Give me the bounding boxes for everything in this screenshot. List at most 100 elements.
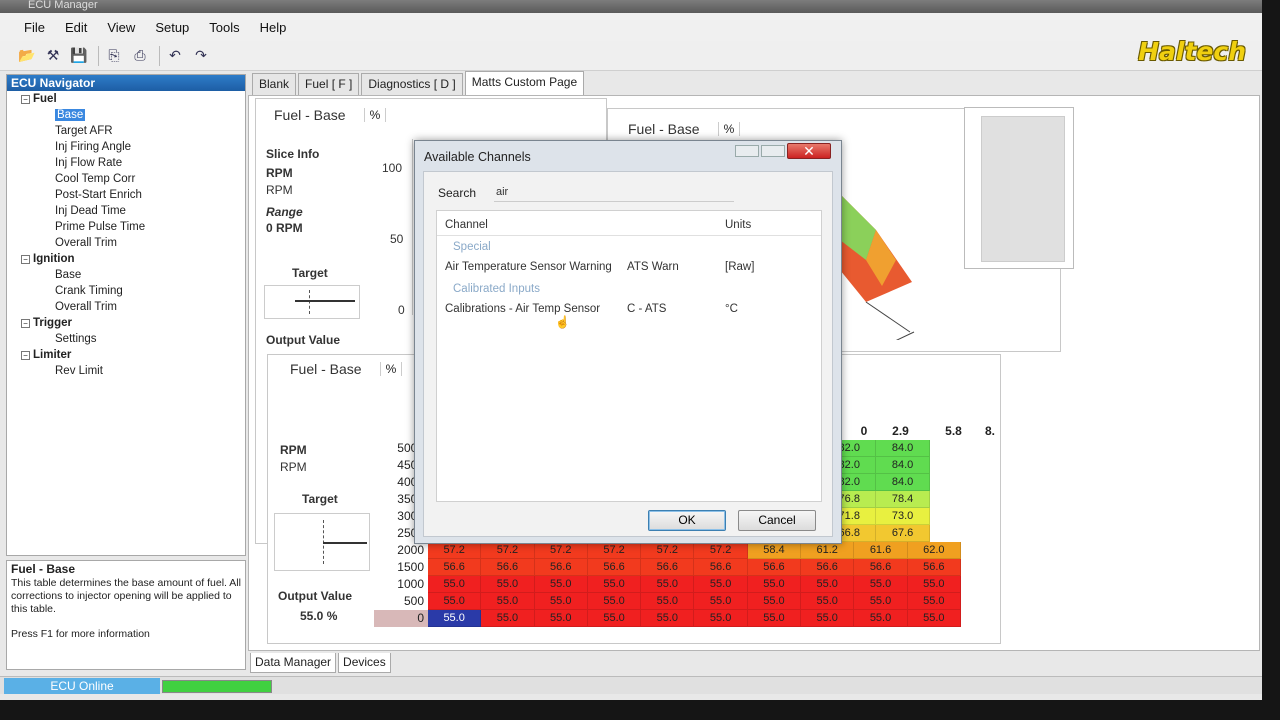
tree-item-crank-timing[interactable]: Crank Timing (7, 283, 245, 299)
menu-tools[interactable]: Tools (209, 20, 239, 35)
menu-edit[interactable]: Edit (65, 20, 87, 35)
table-cell[interactable]: 55.0 (534, 576, 588, 593)
close-button[interactable]: ✕ (787, 143, 831, 159)
table-cell[interactable]: 55.0 (801, 593, 855, 610)
channel-row-units[interactable]: [Raw] (725, 261, 754, 273)
tab-data-manager[interactable]: Data Manager (250, 653, 337, 673)
menu-setup[interactable]: Setup (155, 20, 189, 35)
channel-row-short[interactable]: ATS Warn (627, 261, 679, 273)
table-cell[interactable]: 56.6 (747, 559, 802, 576)
tree-item-ignition-base[interactable]: Base (7, 267, 245, 283)
table-cell[interactable]: 55.0 (801, 576, 855, 593)
tree-group-ignition[interactable]: − Ignition (7, 251, 245, 267)
table-cell[interactable]: 61.2 (801, 542, 855, 559)
table-cell[interactable]: 84.0 (876, 474, 930, 491)
table-cell[interactable]: 55.0 (854, 593, 908, 610)
table-cell[interactable]: 56.6 (854, 559, 908, 576)
table-cell[interactable]: 56.6 (801, 559, 855, 576)
tab-devices[interactable]: Devices (338, 653, 391, 673)
ok-button[interactable]: OK (648, 510, 726, 531)
tree-item-inj-flow-rate[interactable]: Inj Flow Rate (7, 155, 245, 171)
table-cell[interactable]: 56.6 (481, 559, 535, 576)
tree-group-limiter[interactable]: − Limiter (7, 347, 245, 363)
collapse-icon[interactable]: − (21, 350, 30, 360)
tree-item-ignition-overall-trim[interactable]: Overall Trim (7, 299, 245, 315)
table-cell[interactable]: 55.0 (641, 576, 695, 593)
copy-icon[interactable]: ⎘ (103, 45, 125, 67)
table-cell[interactable]: 55.0 (534, 610, 588, 627)
table-cell[interactable]: 56.6 (907, 559, 961, 576)
collapse-icon[interactable]: − (21, 318, 30, 328)
maximize-icon[interactable] (761, 145, 785, 157)
tree-item-rev-limit[interactable]: Rev Limit (7, 363, 245, 379)
table-cell[interactable]: 55.0 (854, 576, 908, 593)
tree-item-inj-firing-angle[interactable]: Inj Firing Angle (7, 139, 245, 155)
table-cell[interactable]: 55.0 (907, 593, 961, 610)
collapse-icon[interactable]: − (21, 254, 30, 264)
table-cell[interactable]: 55.0 (907, 576, 961, 593)
collapse-icon[interactable]: − (21, 94, 30, 104)
tree-group-trigger[interactable]: − Trigger (7, 315, 245, 331)
table-cell[interactable]: 57.2 (534, 542, 588, 559)
table-cell[interactable]: 84.0 (876, 457, 930, 474)
table-cell[interactable]: 55.0 (587, 593, 642, 610)
tree-item-fuel-base[interactable]: Base (7, 107, 245, 123)
table-cell[interactable]: 55.0 (694, 593, 748, 610)
paste-icon[interactable]: ⎙ (129, 45, 151, 67)
table-cell[interactable]: 57.2 (694, 542, 748, 559)
channel-column-header[interactable]: Channel (445, 219, 488, 231)
table-cell[interactable]: 56.6 (641, 559, 695, 576)
table-cell[interactable]: 78.4 (876, 491, 930, 508)
table-cell[interactable]: 84.0 (876, 440, 930, 457)
menu-help[interactable]: Help (260, 20, 287, 35)
tab-matts-custom-page[interactable]: Matts Custom Page (464, 71, 585, 95)
table-cell[interactable]: 61.6 (854, 542, 908, 559)
table-cell[interactable]: 58.4 (747, 542, 802, 559)
table-cell[interactable]: 56.6 (694, 559, 748, 576)
table-cell[interactable]: 55.0 (801, 610, 855, 627)
table-cell[interactable]: 55.0 (641, 593, 695, 610)
table-cell[interactable]: 55.0 (428, 593, 482, 610)
table-cell[interactable]: 55.0 (854, 610, 908, 627)
table-cell[interactable]: 55.0 (747, 576, 802, 593)
search-input[interactable] (494, 182, 734, 202)
table-cell[interactable]: 55.0 (534, 593, 588, 610)
menu-file[interactable]: File (24, 20, 45, 35)
table-cell[interactable]: 55.0 (481, 610, 535, 627)
channel-row-short[interactable]: C - ATS (627, 303, 666, 315)
tree-item-fuel-overall-trim[interactable]: Overall Trim (7, 235, 245, 251)
table-cell[interactable]: 55.0 (587, 576, 642, 593)
undo-icon[interactable]: ↶ (164, 45, 186, 67)
table-cell[interactable]: 55.0 (481, 593, 535, 610)
tree-item-prime-pulse-time[interactable]: Prime Pulse Time (7, 219, 245, 235)
tree-item-target-afr[interactable]: Target AFR (7, 123, 245, 139)
page-preview-thumbnail[interactable] (964, 107, 1074, 269)
tree-item-inj-dead-time[interactable]: Inj Dead Time (7, 203, 245, 219)
table-cell[interactable]: 55.0 (747, 593, 802, 610)
table-cell[interactable]: 56.6 (587, 559, 642, 576)
units-column-header[interactable]: Units (725, 219, 751, 231)
wrench-icon[interactable]: ⚒ (42, 45, 64, 67)
table-cell[interactable]: 55.0 (694, 610, 748, 627)
tree-item-cool-temp-corr[interactable]: Cool Temp Corr (7, 171, 245, 187)
table-cell[interactable]: 55.0 (694, 576, 748, 593)
channel-list[interactable]: Channel Units Special Air Temperature Se… (436, 210, 822, 502)
menu-view[interactable]: View (107, 20, 135, 35)
tree-item-post-start-enrich[interactable]: Post-Start Enrich (7, 187, 245, 203)
table-cell[interactable]: 55.0 (428, 610, 482, 627)
tree-group-fuel[interactable]: − Fuel (7, 91, 245, 107)
table-cell[interactable]: 55.0 (747, 610, 802, 627)
table-cell[interactable]: 73.0 (876, 508, 930, 525)
cancel-button[interactable]: Cancel (738, 510, 816, 531)
channel-row-units[interactable]: °C (725, 303, 738, 315)
open-icon[interactable]: 📂 (16, 45, 38, 67)
tab-blank[interactable]: Blank (252, 73, 297, 95)
table-cell[interactable]: 56.6 (428, 559, 482, 576)
channel-row-channel[interactable]: Calibrations - Air Temp Sensor (445, 303, 600, 315)
table-cell[interactable]: 55.0 (481, 576, 535, 593)
tree-item-trigger-settings[interactable]: Settings (7, 331, 245, 347)
table-cell[interactable]: 57.2 (481, 542, 535, 559)
table-cell[interactable]: 55.0 (641, 610, 695, 627)
table-cell[interactable]: 55.0 (587, 610, 642, 627)
table-cell[interactable]: 57.2 (641, 542, 695, 559)
